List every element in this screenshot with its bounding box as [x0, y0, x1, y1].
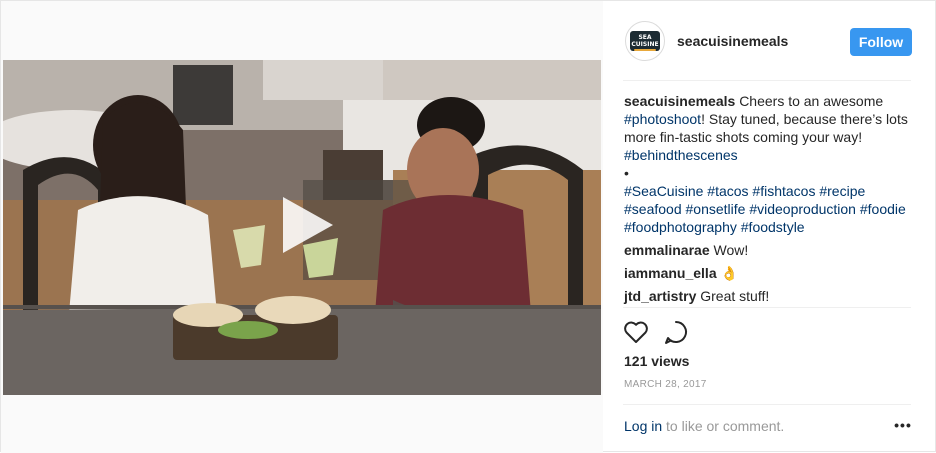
- hashtag-link[interactable]: #behindthescenes: [624, 147, 738, 163]
- comments-list: seacuisinemeals Cheers to an awesome #ph…: [624, 92, 914, 310]
- sea-cuisine-logo: SEA CUISINE: [630, 31, 660, 51]
- view-count[interactable]: 121 views: [624, 353, 689, 369]
- hashtag-link[interactable]: #tacos: [707, 183, 748, 199]
- instagram-post: SEA CUISINE seacuisinemeals Follow seacu…: [0, 0, 936, 453]
- login-link[interactable]: Log in: [624, 418, 662, 434]
- hashtag-link[interactable]: #photoshoot: [624, 111, 701, 127]
- comment-item: emmalinarae Wow!: [624, 241, 914, 259]
- caption: seacuisinemeals Cheers to an awesome #ph…: [624, 92, 914, 236]
- hashtag-link[interactable]: #videoproduction: [749, 201, 856, 217]
- video-player[interactable]: [3, 60, 601, 395]
- hashtag-link[interactable]: #recipe: [819, 183, 865, 199]
- comment-username[interactable]: iammanu_ella: [624, 265, 717, 281]
- action-bar: [623, 319, 723, 345]
- caption-bullet: •: [624, 165, 629, 181]
- hashtag-link[interactable]: #foodphotography: [624, 219, 737, 235]
- more-options-icon[interactable]: •••: [893, 417, 913, 433]
- comment-item: iammanu_ella 👌: [624, 264, 914, 282]
- login-suffix: to like or comment.: [662, 418, 785, 434]
- play-icon[interactable]: [273, 193, 337, 257]
- header-divider: [623, 80, 911, 81]
- login-prompt: Log in to like or comment.: [624, 418, 784, 434]
- comment-text: Wow!: [713, 242, 749, 258]
- footer-divider: [623, 404, 911, 405]
- post-date[interactable]: MARCH 28, 2017: [624, 379, 707, 390]
- hashtag-link[interactable]: #foodie: [860, 201, 906, 217]
- comment-username[interactable]: jtd_artistry: [624, 288, 696, 304]
- comment-text: Great stuff!: [700, 288, 770, 304]
- post-sidebar: SEA CUISINE seacuisinemeals Follow seacu…: [603, 1, 936, 453]
- follow-button[interactable]: Follow: [850, 28, 912, 56]
- comment-text: 👌: [720, 265, 738, 281]
- hashtag-link[interactable]: #onsetlife: [686, 201, 746, 217]
- comment-username[interactable]: emmalinarae: [624, 242, 710, 258]
- hashtag-link[interactable]: #foodstyle: [741, 219, 805, 235]
- heart-icon[interactable]: [623, 319, 649, 345]
- hashtag-link[interactable]: #SeaCuisine: [624, 183, 703, 199]
- account-avatar[interactable]: SEA CUISINE: [625, 21, 665, 61]
- hashtag-link[interactable]: #fishtacos: [752, 183, 815, 199]
- caption-username[interactable]: seacuisinemeals: [624, 93, 735, 109]
- comment-bubble-icon[interactable]: [663, 319, 689, 345]
- caption-text-1: Cheers to an awesome: [739, 93, 884, 109]
- hashtag-link[interactable]: #seafood: [624, 201, 682, 217]
- media-panel: [1, 1, 603, 453]
- post-header: SEA CUISINE seacuisinemeals Follow: [623, 21, 913, 63]
- comment-item: jtd_artistry Great stuff!: [624, 287, 914, 305]
- actions-divider: [623, 307, 911, 308]
- logo-wave: [634, 49, 656, 51]
- logo-text: SEA CUISINE: [631, 34, 659, 48]
- header-username[interactable]: seacuisinemeals: [677, 33, 788, 49]
